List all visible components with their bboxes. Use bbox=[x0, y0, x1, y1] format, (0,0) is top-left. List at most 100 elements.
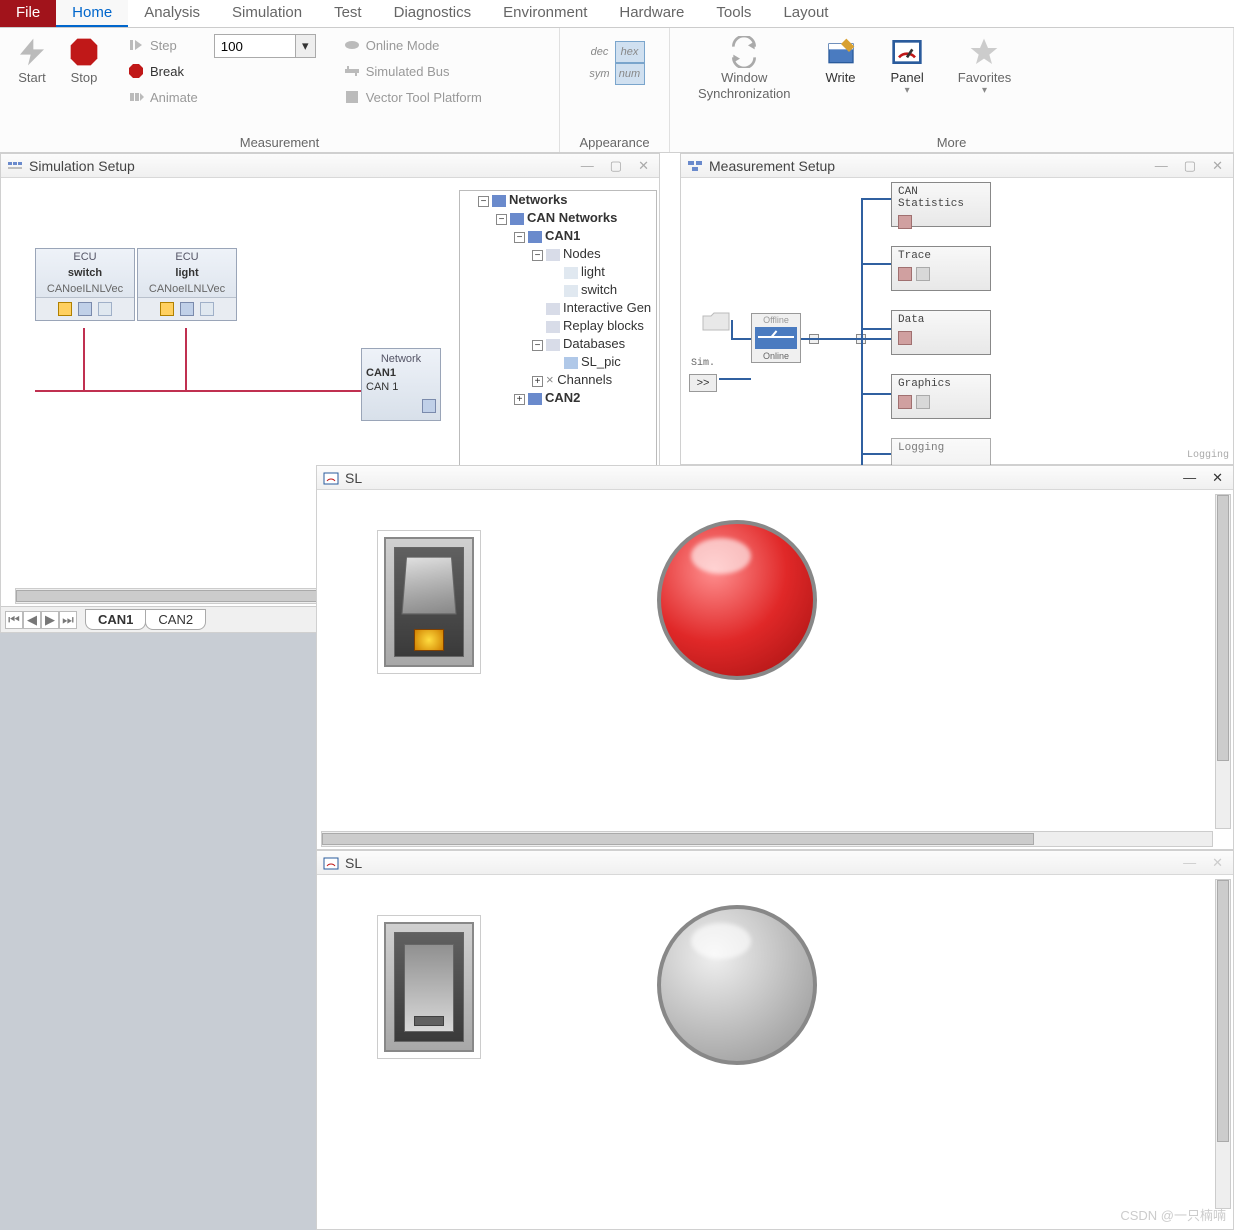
collapse-icon[interactable]: − bbox=[478, 196, 489, 207]
collapse-icon[interactable]: − bbox=[532, 250, 543, 261]
sym-toggle[interactable]: sym bbox=[585, 63, 615, 85]
hex-toggle[interactable]: hex bbox=[615, 41, 645, 63]
network-tree[interactable]: −Networks −CAN Networks −CAN1 −Nodes lig… bbox=[459, 190, 657, 470]
maximize-button[interactable]: ▢ bbox=[606, 158, 626, 174]
ecu-name: switch bbox=[36, 265, 134, 281]
menu-file[interactable]: File bbox=[0, 0, 56, 27]
ribbon-group-measurement: Start Stop Step Break Animate bbox=[0, 28, 560, 152]
ecu-light-node[interactable]: ECU light CANoeILNLVec bbox=[137, 248, 237, 321]
step-button[interactable]: Step bbox=[124, 32, 202, 58]
tree-can-networks[interactable]: CAN Networks bbox=[527, 210, 617, 225]
h-scrollbar[interactable] bbox=[321, 831, 1213, 847]
collapse-icon[interactable]: − bbox=[496, 214, 507, 225]
close-button[interactable]: ✕ bbox=[634, 158, 653, 174]
stop-button[interactable]: Stop bbox=[60, 32, 108, 89]
tree-replay[interactable]: Replay blocks bbox=[563, 318, 644, 333]
favorites-label: Favorites bbox=[958, 70, 1011, 85]
animate-button[interactable]: Animate bbox=[124, 84, 202, 110]
v-scrollbar[interactable] bbox=[1215, 879, 1231, 1209]
number-format-toggle[interactable]: dec hex sym num bbox=[584, 40, 646, 86]
dropdown-icon[interactable]: ▾ bbox=[295, 35, 315, 57]
tree-node-switch[interactable]: switch bbox=[581, 282, 617, 297]
maximize-button[interactable]: ▢ bbox=[1180, 158, 1200, 174]
db-icon bbox=[180, 302, 194, 316]
trace-block[interactable]: Trace bbox=[891, 246, 991, 291]
tree-sl-pic[interactable]: SL_pic bbox=[581, 354, 621, 369]
minimize-button[interactable]: — bbox=[1151, 158, 1172, 174]
step-input[interactable] bbox=[215, 35, 295, 57]
ecu-sub: CANoeILNLVec bbox=[36, 281, 134, 298]
dec-toggle[interactable]: dec bbox=[585, 41, 615, 63]
close-button[interactable]: ✕ bbox=[1208, 470, 1227, 486]
net-sub: CAN 1 bbox=[366, 381, 436, 393]
tree-channels[interactable]: Channels bbox=[557, 372, 612, 387]
nav-next-icon[interactable]: ▶ bbox=[41, 611, 59, 629]
menu-simulation[interactable]: Simulation bbox=[216, 0, 318, 27]
menu-analysis[interactable]: Analysis bbox=[128, 0, 216, 27]
nav-prev-icon[interactable]: ◀ bbox=[23, 611, 41, 629]
mode-switch-node[interactable]: Offline Online bbox=[751, 313, 801, 363]
tree-databases[interactable]: Databases bbox=[563, 336, 625, 351]
nav-first-icon[interactable]: ⏮ bbox=[5, 611, 23, 629]
break-button[interactable]: Break bbox=[124, 58, 202, 84]
tab-can1[interactable]: CAN1 bbox=[85, 609, 146, 630]
gen-icon bbox=[546, 303, 560, 315]
vector-tool-button[interactable]: Vector Tool Platform bbox=[340, 84, 486, 110]
switch-widget-off[interactable] bbox=[377, 915, 481, 1059]
ecu-name: light bbox=[138, 265, 236, 281]
menu-test[interactable]: Test bbox=[318, 0, 378, 27]
menu-layout[interactable]: Layout bbox=[767, 0, 844, 27]
collapse-icon[interactable]: − bbox=[532, 340, 543, 351]
menu-environment[interactable]: Environment bbox=[487, 0, 603, 27]
start-button[interactable]: Start bbox=[8, 32, 56, 89]
switch-widget-on[interactable] bbox=[377, 530, 481, 674]
graphics-block[interactable]: Graphics bbox=[891, 374, 991, 419]
v-scrollbar[interactable] bbox=[1215, 494, 1231, 829]
online-mode-button[interactable]: Online Mode bbox=[340, 32, 486, 58]
tree-can2[interactable]: CAN2 bbox=[545, 390, 580, 405]
menu-diagnostics[interactable]: Diagnostics bbox=[378, 0, 488, 27]
can-networks-icon bbox=[510, 213, 524, 225]
expand-icon[interactable]: + bbox=[532, 376, 543, 387]
stop-label: Stop bbox=[71, 70, 98, 85]
window-sync-button[interactable]: Window Synchronization bbox=[690, 32, 799, 105]
can-statistics-block[interactable]: CAN Statistics bbox=[891, 182, 991, 227]
num-toggle[interactable]: num bbox=[615, 63, 645, 85]
close-button[interactable]: ✕ bbox=[1208, 855, 1227, 871]
favorites-button[interactable]: Favorites ▾ bbox=[950, 32, 1019, 100]
menu-tools[interactable]: Tools bbox=[700, 0, 767, 27]
step-combo[interactable]: ▾ bbox=[214, 34, 316, 58]
sim-expand-button[interactable]: >> bbox=[689, 374, 717, 392]
simulated-bus-button[interactable]: Simulated Bus bbox=[340, 58, 486, 84]
more-group-label: More bbox=[670, 135, 1233, 150]
menu-home[interactable]: Home bbox=[56, 0, 128, 27]
simulated-bus-label: Simulated Bus bbox=[366, 64, 450, 79]
write-button[interactable]: Write bbox=[817, 32, 865, 89]
network-can1-node[interactable]: Network CAN1 CAN 1 bbox=[361, 348, 441, 421]
minimize-button[interactable]: — bbox=[1179, 855, 1200, 871]
online-label: Online bbox=[752, 350, 800, 362]
ecu-switch-node[interactable]: ECU switch CANoeILNLVec bbox=[35, 248, 135, 321]
measurement-canvas[interactable]: Sim. >> Offline Online bbox=[681, 178, 1233, 464]
tree-networks[interactable]: Networks bbox=[509, 192, 568, 207]
tree-interactive[interactable]: Interactive Gen bbox=[563, 300, 651, 315]
tree-node-light[interactable]: light bbox=[581, 264, 605, 279]
minimize-button[interactable]: — bbox=[1179, 470, 1200, 486]
panel-button[interactable]: Panel ▾ bbox=[883, 32, 932, 100]
data-icon bbox=[898, 331, 912, 345]
ecu-sub: CANoeILNLVec bbox=[138, 281, 236, 298]
minimize-button[interactable]: — bbox=[577, 158, 598, 174]
tree-can1[interactable]: CAN1 bbox=[545, 228, 580, 243]
data-block[interactable]: Data bbox=[891, 310, 991, 355]
menu-hardware[interactable]: Hardware bbox=[603, 0, 700, 27]
tab-can2[interactable]: CAN2 bbox=[145, 609, 206, 630]
filter-icon bbox=[916, 395, 930, 409]
expand-icon[interactable]: + bbox=[514, 394, 525, 405]
module-icon bbox=[200, 302, 214, 316]
animate-icon bbox=[128, 89, 144, 105]
tree-nodes[interactable]: Nodes bbox=[563, 246, 601, 261]
collapse-icon[interactable]: − bbox=[514, 232, 525, 243]
close-button[interactable]: ✕ bbox=[1208, 158, 1227, 174]
nav-last-icon[interactable]: ⏭ bbox=[59, 611, 77, 629]
graphics-icon bbox=[898, 395, 912, 409]
